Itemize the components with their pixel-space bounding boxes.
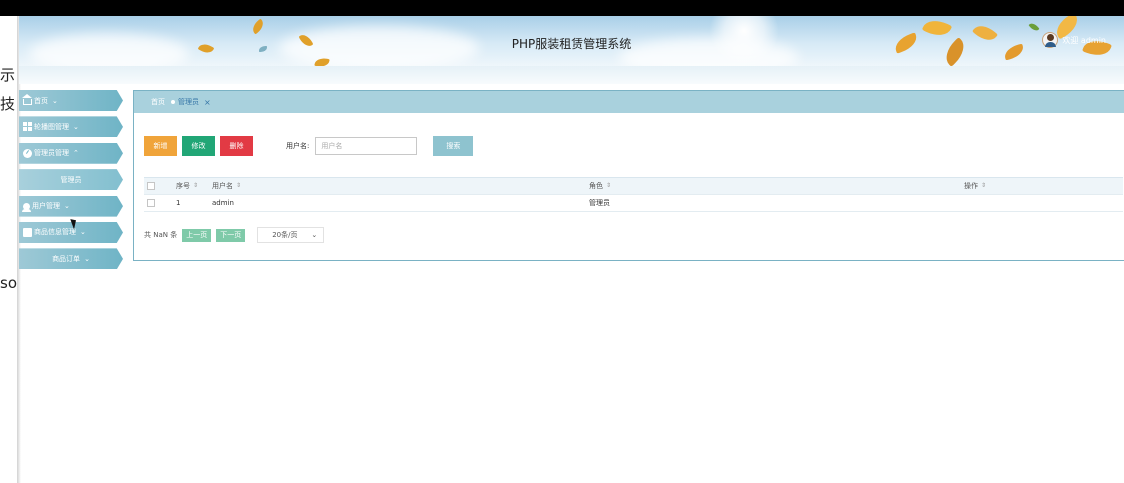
background-text: 技 xyxy=(0,95,16,113)
chevron-down-icon: ⌄ xyxy=(84,254,90,263)
sidebar-item-label: 首页 xyxy=(34,96,48,105)
row-checkbox[interactable] xyxy=(147,199,155,207)
sort-icon[interactable]: ⇕ xyxy=(193,183,198,189)
header-checkbox-cell xyxy=(144,182,176,190)
toolbar: 新增 修改 删除 用户名: 搜索 xyxy=(144,136,474,156)
user-menu[interactable]: 欢迎 admin xyxy=(1042,32,1106,48)
tab-admin[interactable]: 管理员 × xyxy=(171,97,211,107)
row-checkbox-cell xyxy=(144,199,176,207)
chevron-down-icon: ⌄ xyxy=(73,122,79,131)
avatar-icon[interactable] xyxy=(1042,32,1059,48)
tab-label: 首页 xyxy=(151,98,165,106)
add-button[interactable]: 新增 xyxy=(144,136,177,156)
app-title: PHP服装租赁管理系统 xyxy=(511,37,632,51)
main-panel: 首页 管理员 × 新增 修改 删除 用户名: 搜索 序号 ⇕ xyxy=(133,90,1124,261)
page-size-select[interactable]: 20条/页 ⌄ xyxy=(257,227,325,243)
chevron-down-icon: ⌄ xyxy=(64,202,70,211)
sidebar-item-label: 用户管理 xyxy=(32,202,60,211)
admin-table: 序号 ⇕ 用户名 ⇕ 角色 ⇕ 操作 ⇕ 1 admin 管理员 xyxy=(144,177,1123,212)
window-top-bar xyxy=(0,0,1124,16)
column-header-username[interactable]: 用户名 ⇕ xyxy=(212,181,589,191)
cell-role: 管理员 xyxy=(589,199,610,207)
welcome-text[interactable]: 欢迎 admin xyxy=(1062,35,1106,46)
tab-home[interactable]: 首页 xyxy=(151,97,165,107)
sidebar-item-label: 商品信息管理 xyxy=(34,228,76,237)
table-header-row: 序号 ⇕ 用户名 ⇕ 角色 ⇕ 操作 ⇕ xyxy=(144,178,1123,195)
cell-index: 1 xyxy=(176,199,181,207)
search-input[interactable] xyxy=(315,137,418,155)
column-header-index[interactable]: 序号 ⇕ xyxy=(176,181,212,191)
sidebar-subitem-admin[interactable]: 管理员 xyxy=(19,169,123,191)
delete-button[interactable]: 删除 xyxy=(220,136,253,156)
sidebar-item-home[interactable]: 首页 ⌄ xyxy=(19,90,123,111)
sidebar-item-label: 管理员 xyxy=(60,175,82,184)
background-text: so xyxy=(0,274,17,292)
close-icon[interactable]: × xyxy=(204,98,211,107)
column-header-label: 用户名 xyxy=(212,182,233,190)
sidebar-item-label: 轮播图管理 xyxy=(34,122,69,131)
chevron-down-icon: ⌄ xyxy=(52,96,58,105)
leaf-icon xyxy=(249,18,267,35)
sidebar-item-products[interactable]: 商品信息管理 ⌄ xyxy=(19,221,123,243)
sort-icon[interactable]: ⇕ xyxy=(606,183,611,189)
table-row[interactable]: 1 admin 管理员 xyxy=(144,195,1123,212)
user-icon xyxy=(22,202,31,212)
chevron-down-icon: ⌄ xyxy=(311,231,318,239)
grid-icon xyxy=(23,122,32,132)
column-header-label: 序号 xyxy=(176,182,190,190)
select-all-checkbox[interactable] xyxy=(147,182,155,190)
active-dot-icon xyxy=(171,100,175,104)
search-button[interactable]: 搜索 xyxy=(433,136,474,156)
sidebar-item-label: 商品订单 xyxy=(52,254,81,263)
edit-button[interactable]: 修改 xyxy=(182,136,215,156)
pagination: 共 NaN 条 上一页 下一页 20条/页 ⌄ xyxy=(144,227,325,243)
column-header-action[interactable]: 操作 ⇕ xyxy=(964,181,1123,191)
sort-icon[interactable]: ⇕ xyxy=(981,183,986,189)
header-banner: PHP服装租赁管理系统 欢迎 admin xyxy=(19,16,1124,66)
header-subbar xyxy=(19,66,1124,84)
search-label: 用户名: xyxy=(286,142,310,150)
sidebar-item-carousel[interactable]: 轮播图管理 ⌄ xyxy=(19,116,123,138)
home-icon xyxy=(22,94,32,105)
sidebar-item-admin-management[interactable]: 管理员管理 ⌃ xyxy=(19,142,123,164)
gauge-icon xyxy=(23,148,32,158)
total-count: 共 NaN 条 xyxy=(144,231,178,239)
cell-username: admin xyxy=(212,199,234,207)
chevron-down-icon: ⌄ xyxy=(80,228,86,237)
sidebar-item-users[interactable]: 用户管理 ⌄ xyxy=(19,195,123,217)
column-header-label: 角色 xyxy=(589,182,603,190)
sidebar-item-orders[interactable]: 商品订单 ⌄ xyxy=(19,248,123,270)
tab-bar: 首页 管理员 × xyxy=(134,91,1124,113)
chevron-up-icon: ⌃ xyxy=(73,149,79,158)
doc-icon xyxy=(23,227,32,237)
column-header-role[interactable]: 角色 ⇕ xyxy=(589,181,964,191)
sidebar-item-label: 管理员管理 xyxy=(34,149,69,158)
page-size-value: 20条/页 xyxy=(272,231,298,239)
sidebar: 首页 ⌄ 轮播图管理 ⌄ 管理员管理 ⌃ 管理员 用户管理 ⌄ 商品信息管理 ⌄… xyxy=(19,90,123,275)
background-text: 示 xyxy=(0,66,16,84)
next-page-button[interactable]: 下一页 xyxy=(216,228,246,242)
tab-label: 管理员 xyxy=(178,98,199,106)
prev-page-button[interactable]: 上一页 xyxy=(182,228,212,242)
column-header-label: 操作 xyxy=(964,182,978,190)
sort-icon[interactable]: ⇕ xyxy=(236,183,241,189)
